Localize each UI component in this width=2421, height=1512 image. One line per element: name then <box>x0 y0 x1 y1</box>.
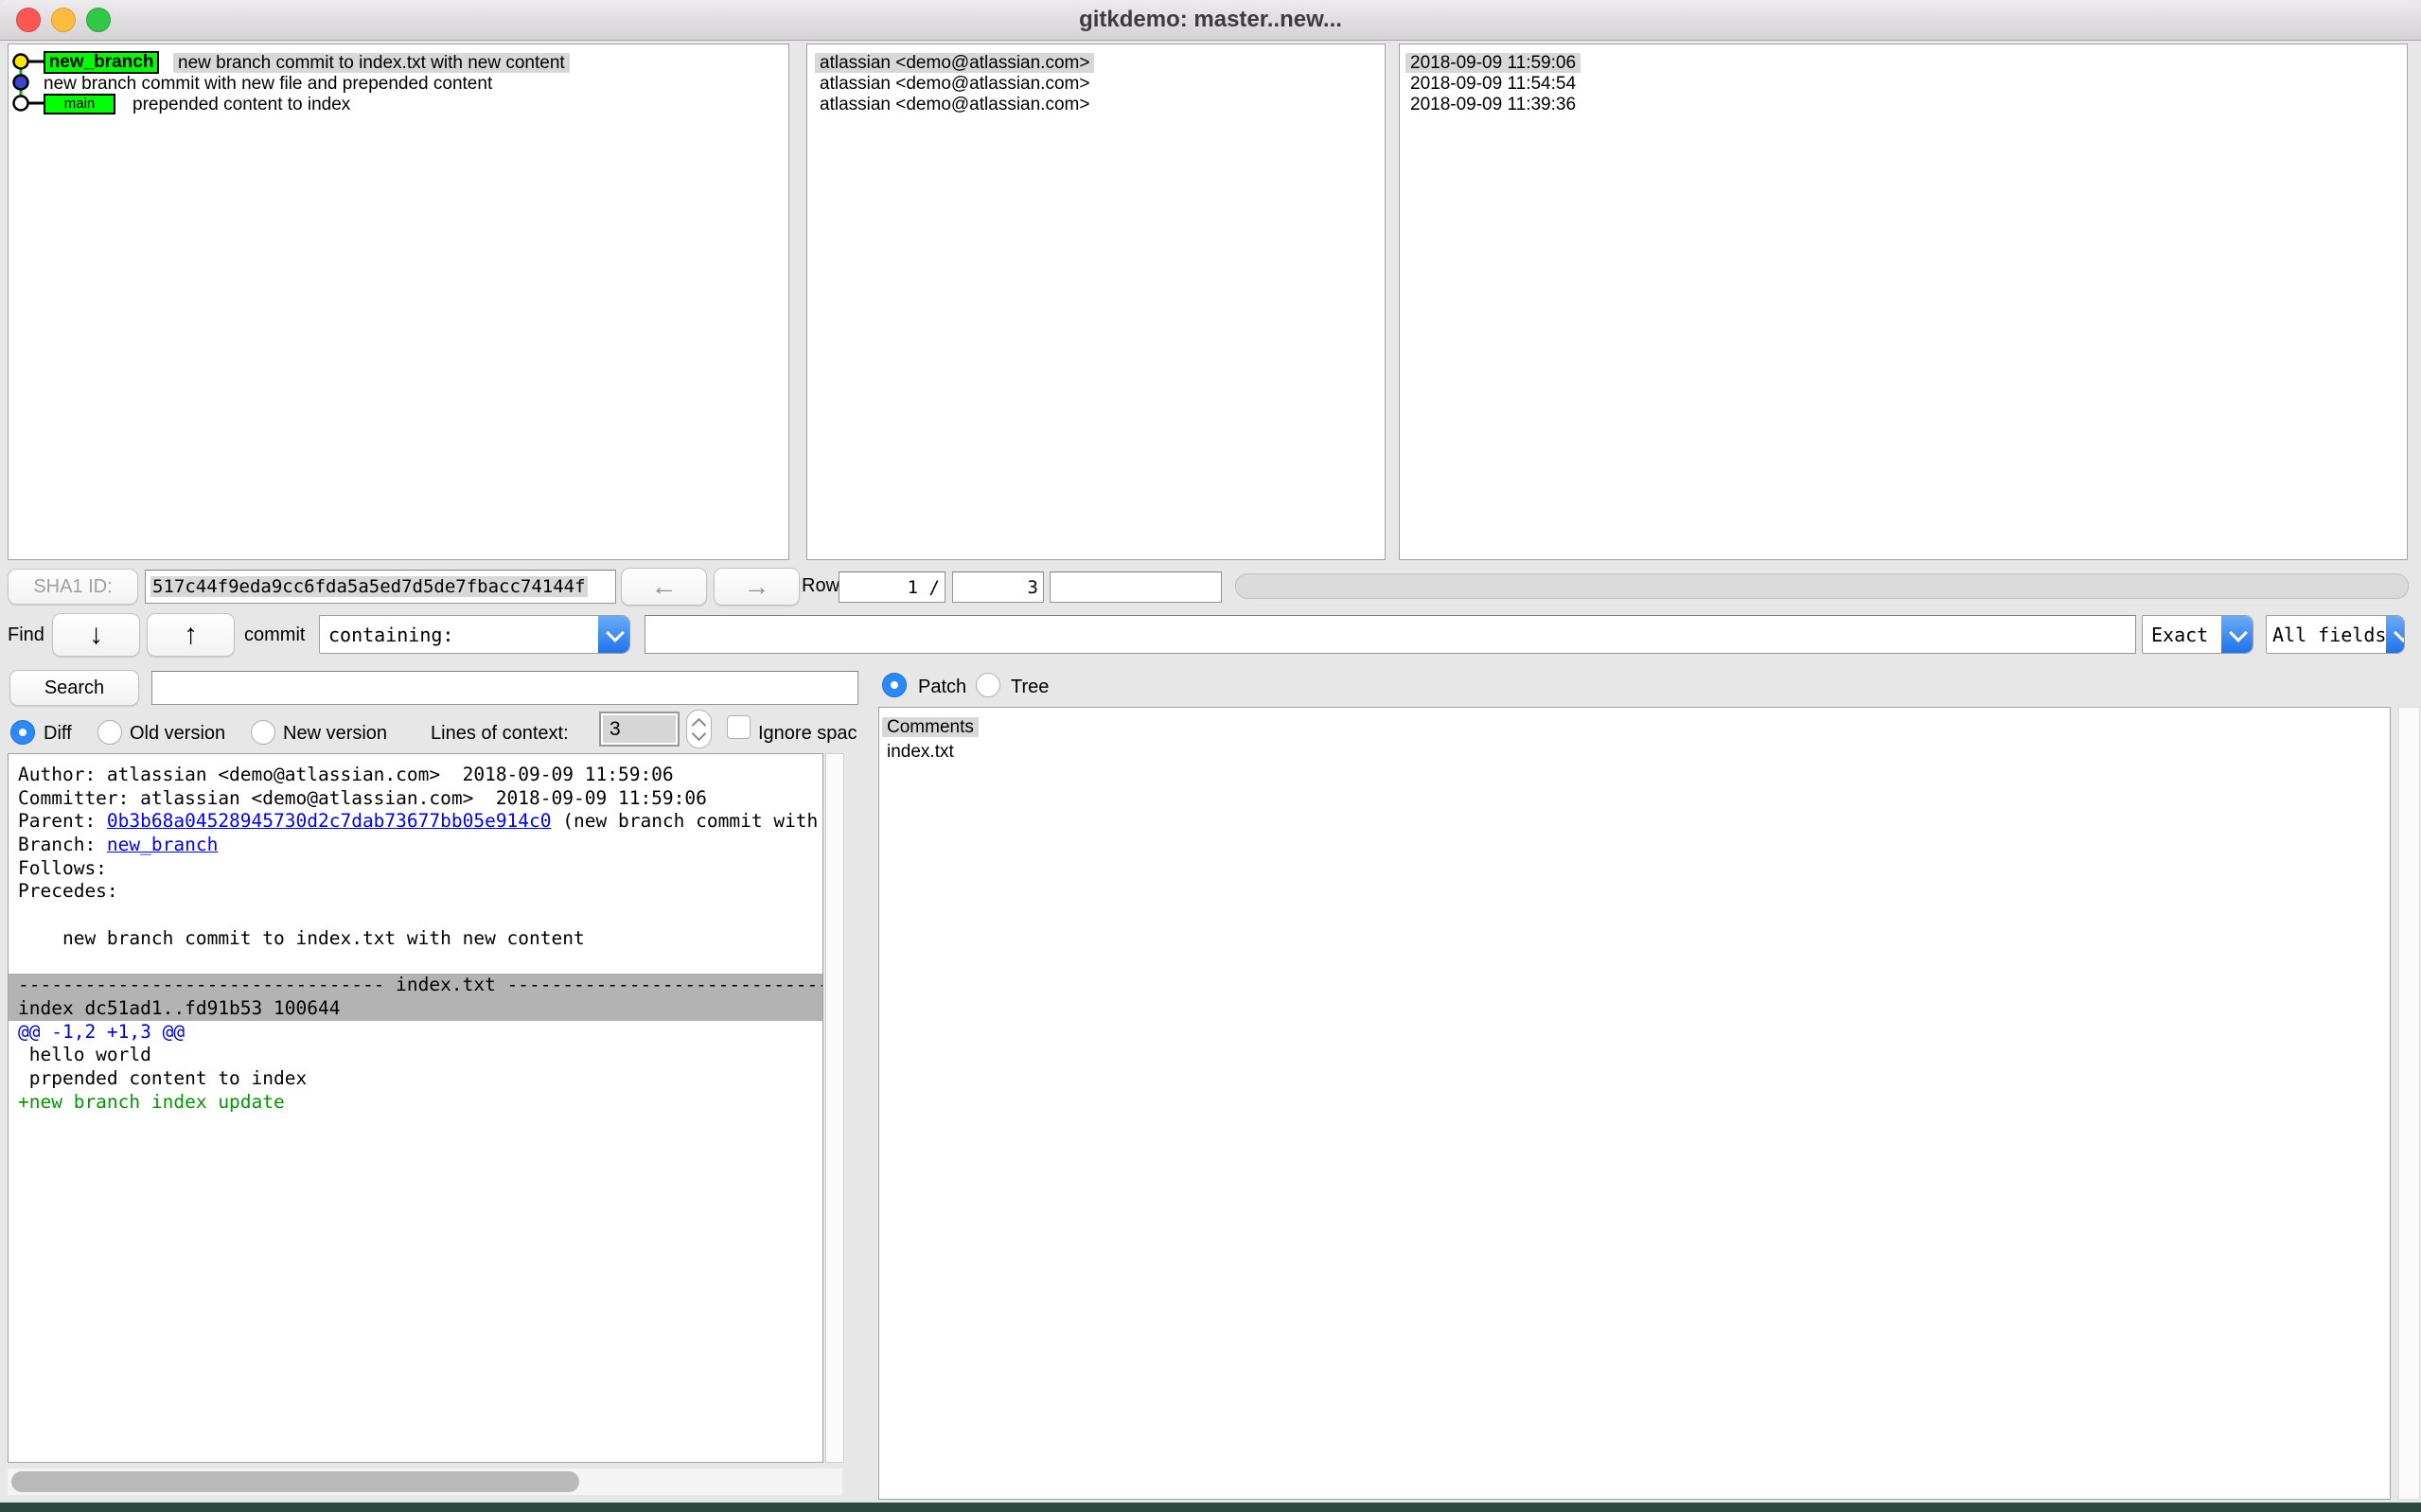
commit-message-line: new branch commit to index.txt with new … <box>18 926 585 949</box>
diff-hunk-header: @@ -1,2 +1,3 @@ <box>18 1020 186 1043</box>
new-version-radio[interactable] <box>251 720 275 745</box>
find-prev-button[interactable]: ↑ <box>147 613 235 657</box>
diff-line: Precedes: <box>18 880 130 903</box>
commit-row-author[interactable]: atlassian <demo@atlassian.com> <box>815 52 1095 74</box>
diff-line: Committer: atlassian <demo@atlassian.com… <box>18 786 707 809</box>
patch-radio[interactable] <box>882 673 907 697</box>
gitk-window: gitkdemo: master..new... new_branch new … <box>0 0 2421 1512</box>
diff-horizontal-scrollbar[interactable] <box>8 1468 842 1495</box>
commit-graph-pane[interactable] <box>8 44 789 560</box>
find-down-arrow-icon: ↓ <box>89 619 103 650</box>
stepper-down-icon[interactable] <box>691 726 707 742</box>
context-lines-field[interactable]: 3 <box>599 712 680 747</box>
fields-dropdown[interactable]: All fields <box>2266 615 2405 654</box>
tree-radio-label[interactable]: Tree <box>1011 677 1049 698</box>
diff-added-line: +new branch index update <box>18 1090 285 1113</box>
forward-button[interactable]: → <box>714 568 800 606</box>
file-list-pane[interactable] <box>878 707 2391 1500</box>
file-list-item-comments[interactable]: Comments <box>882 716 979 738</box>
commit-row-message[interactable]: new branch commit with new file and prep… <box>44 73 492 95</box>
title-bar[interactable]: gitkdemo: master..new... <box>0 0 2421 41</box>
diff-context-line: hello world <box>18 1044 151 1066</box>
commit-row-author[interactable]: atlassian <demo@atlassian.com> <box>820 94 1089 115</box>
diff-vertical-scrollbar[interactable] <box>825 753 844 1463</box>
sha1-input[interactable]: 517c44f9eda9cc6fda5a5ed7d5de7fbacc74144f <box>145 570 616 604</box>
diff-context-line: prpended content to index <box>18 1066 308 1089</box>
context-lines-stepper[interactable] <box>686 710 712 748</box>
find-label: Find <box>8 624 44 645</box>
diff-line: Parent: 0b3b68a04528945730d2c7dab73677bb… <box>18 810 819 833</box>
diff-line <box>18 904 822 927</box>
diff-radio[interactable] <box>10 720 35 745</box>
commit-row-author[interactable]: atlassian <demo@atlassian.com> <box>820 73 1089 95</box>
commit-row-message[interactable]: prepended content to index <box>133 94 350 115</box>
diff-view[interactable]: Author: atlassian <demo@atlassian.com> 2… <box>8 753 823 1463</box>
find-next-button[interactable]: ↓ <box>52 613 140 657</box>
commit-label: commit <box>244 624 306 645</box>
ignore-space-label[interactable]: Ignore spac <box>758 723 857 745</box>
diff-line: Branch: new_branch <box>18 834 219 856</box>
commit-row-message[interactable]: new branch commit to index.txt with new … <box>173 52 570 74</box>
diff-line <box>18 951 822 975</box>
diff-line: Author: atlassian <demo@atlassian.com> 2… <box>18 764 674 785</box>
tree-radio[interactable] <box>976 673 1000 697</box>
match-type-dropdown[interactable]: containing: <box>319 615 630 654</box>
chevron-down-icon[interactable] <box>2386 616 2404 653</box>
diff-line: Follows: <box>18 856 118 879</box>
commit-list-horizontal-scrollbar[interactable] <box>1235 573 2409 599</box>
commit-row-date[interactable]: 2018-09-09 11:59:06 <box>1405 52 1582 74</box>
search-button[interactable]: Search <box>9 670 139 706</box>
row-total-field[interactable]: 3 <box>952 571 1044 603</box>
commit-node-white-icon <box>12 95 29 112</box>
diff-index-line: index dc51ad1..fd91b53 100644 <box>9 996 822 1021</box>
sha1-value: 517c44f9eda9cc6fda5a5ed7d5de7fbacc74144f <box>150 576 588 597</box>
parent-sha-link[interactable]: 0b3b68a04528945730d2c7dab73677bb05e914c0 <box>107 810 552 832</box>
commit-node-blue-icon <box>12 74 29 91</box>
branch-label-main[interactable]: main <box>44 94 115 114</box>
branch-link[interactable]: new_branch <box>107 834 218 855</box>
diff-file-header[interactable]: --------------------------------- index.… <box>9 974 822 997</box>
chevron-down-icon[interactable] <box>598 616 629 653</box>
commit-row-date[interactable]: 2018-09-09 11:54:54 <box>1410 73 1576 95</box>
old-version-label[interactable]: Old version <box>130 723 225 745</box>
forward-arrow-icon: → <box>743 571 770 601</box>
sha1-id-button[interactable]: SHA1 ID: <box>8 569 138 605</box>
back-button[interactable]: ← <box>621 568 707 606</box>
author-pane[interactable] <box>806 44 1386 560</box>
old-version-radio[interactable] <box>97 720 122 745</box>
window-title: gitkdemo: master..new... <box>1079 7 1342 32</box>
commit-node-yellow-icon <box>12 53 29 70</box>
commit-row-date[interactable]: 2018-09-09 11:39:36 <box>1410 94 1576 115</box>
row-extra-field[interactable] <box>1050 571 1222 603</box>
row-label: Row <box>802 575 840 596</box>
find-query-input[interactable] <box>645 615 2136 654</box>
lines-of-context-label: Lines of context: <box>431 723 569 744</box>
search-input[interactable] <box>151 671 858 705</box>
new-version-label[interactable]: New version <box>283 723 387 745</box>
scrollbar-thumb[interactable] <box>11 1471 579 1492</box>
ignore-space-checkbox[interactable] <box>727 715 751 739</box>
chevron-down-icon[interactable] <box>2221 616 2253 653</box>
date-pane[interactable] <box>1399 44 2408 560</box>
branch-label-new-branch[interactable]: new_branch <box>44 51 159 74</box>
row-current-field[interactable]: 1 / <box>839 571 945 603</box>
diff-radio-label[interactable]: Diff <box>44 723 72 745</box>
desktop-background-strip <box>0 1503 2421 1512</box>
file-list-vertical-scrollbar[interactable] <box>2398 707 2420 1500</box>
patch-radio-label[interactable]: Patch <box>918 677 966 698</box>
match-mode-dropdown[interactable]: Exact <box>2142 615 2253 654</box>
find-up-arrow-icon: ↑ <box>184 619 198 650</box>
file-list-item-index-txt[interactable]: index.txt <box>887 741 954 763</box>
back-arrow-icon: ← <box>650 571 678 601</box>
